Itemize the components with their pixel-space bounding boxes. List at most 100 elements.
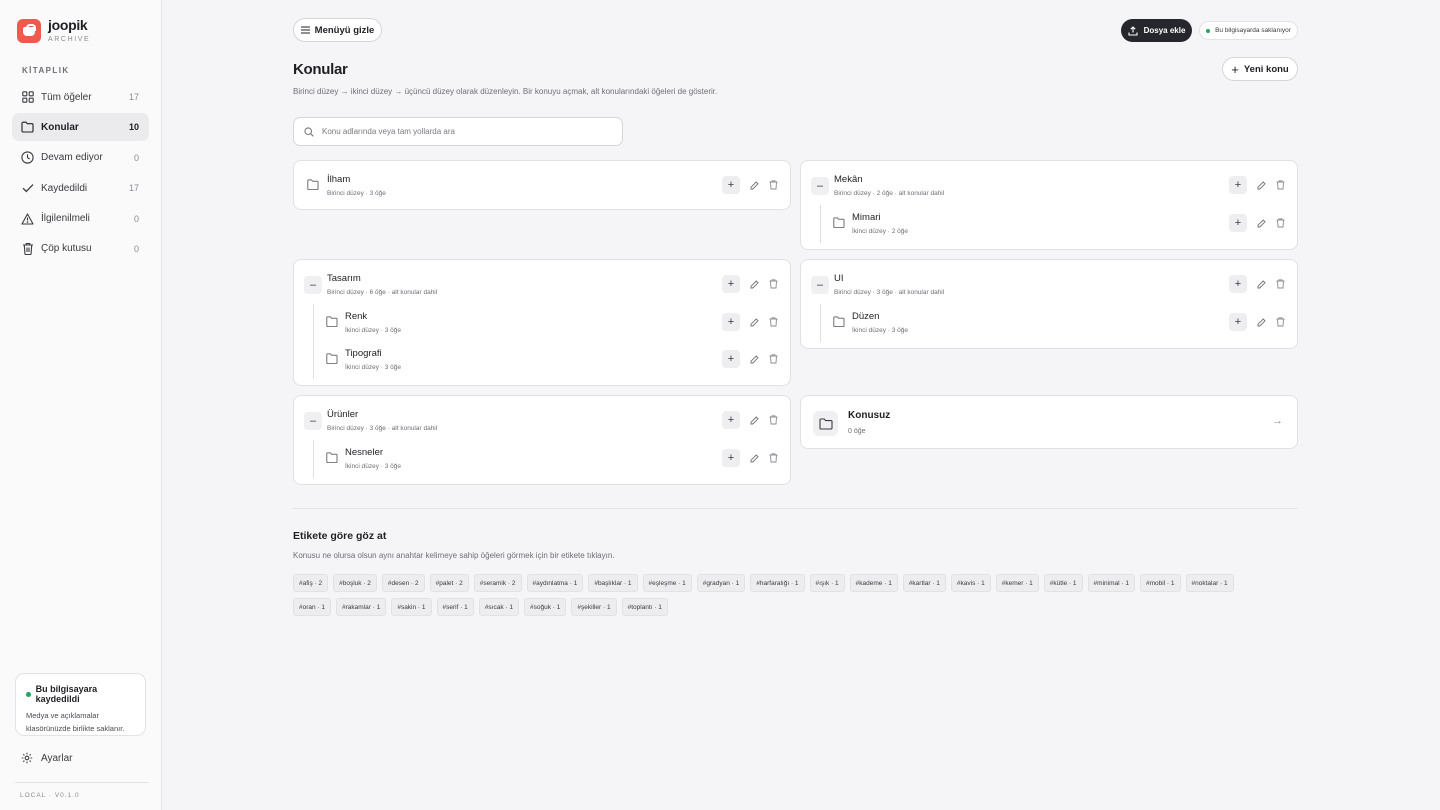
edit-icon[interactable]: [750, 415, 759, 425]
trash-icon[interactable]: [769, 415, 778, 425]
edit-icon[interactable]: [1257, 180, 1266, 190]
plus-icon: +: [1231, 61, 1239, 77]
edit-icon[interactable]: [750, 180, 759, 190]
collapse-toggle[interactable]: –: [811, 177, 829, 195]
subtopic-row[interactable]: Nesneler İkinci düzey · 3 öğe +: [294, 442, 790, 476]
tag-chip[interactable]: #kademe · 1: [849, 574, 898, 592]
trash-icon[interactable]: [1276, 279, 1285, 289]
tag-chip[interactable]: #toplantı · 1: [621, 598, 668, 616]
tag-chip[interactable]: #harfaralığı · 1: [750, 574, 805, 592]
new-topic-button[interactable]: + Yeni konu: [1222, 57, 1298, 81]
topic-name: İlham: [327, 174, 351, 185]
add-subtopic-button[interactable]: +: [1229, 313, 1247, 331]
topic-card-tasarim: – Tasarım Birinci düzey · 6 öğe · alt ko…: [293, 259, 791, 386]
edit-icon[interactable]: [1257, 279, 1266, 289]
add-subtopic-button[interactable]: +: [722, 350, 740, 368]
sidebar-item-label: Konular: [41, 121, 79, 133]
subtopic-row[interactable]: Renk İkinci düzey · 3 öğe +: [294, 306, 790, 340]
sidebar: joopik ARCHIVE KİTAPLIK Tüm öğeler 17 Ko…: [0, 0, 162, 810]
tag-chip[interactable]: #aydınlatma · 1: [526, 574, 584, 592]
tag-chip[interactable]: #boşluk · 2: [333, 574, 377, 592]
hide-menu-button[interactable]: Menüyü gizle: [293, 18, 382, 42]
trash-icon[interactable]: [769, 317, 778, 327]
unlabeled-name: Konusuz: [848, 410, 891, 421]
sidebar-item-trash[interactable]: Çöp kutusu 0: [12, 235, 149, 263]
trash-icon[interactable]: [769, 180, 778, 190]
tag-chip[interactable]: #kartlar · 1: [902, 574, 946, 592]
tag-chip[interactable]: #desen · 2: [381, 574, 425, 592]
tag-chip[interactable]: #başlıklar · 1: [588, 574, 638, 592]
sidebar-item-count: 17: [128, 92, 139, 102]
library-section-label: KİTAPLIK: [22, 66, 70, 75]
edit-icon[interactable]: [750, 279, 759, 289]
sidebar-item-all[interactable]: Tüm öğeler 17: [12, 83, 149, 111]
folder-icon: [307, 179, 319, 190]
sidebar-item-saved[interactable]: Kaydedildi 17: [12, 174, 149, 202]
collapse-toggle[interactable]: –: [304, 276, 322, 294]
status-dot-icon: [26, 691, 31, 697]
tag-chip[interactable]: #ışık · 1: [809, 574, 845, 592]
tag-chip[interactable]: #gradyan · 1: [696, 574, 746, 592]
unlabeled-topic-card[interactable]: Konusuz 0 öğe →: [800, 395, 1298, 449]
sidebar-item-in-progress[interactable]: Devam ediyor 0: [12, 144, 149, 172]
trash-icon[interactable]: [769, 354, 778, 364]
tag-chip[interactable]: #şekiller · 1: [571, 598, 617, 616]
search-input[interactable]: [322, 127, 622, 136]
trash-icon[interactable]: [1276, 180, 1285, 190]
tag-chip[interactable]: #soğuk · 1: [524, 598, 567, 616]
collapse-toggle[interactable]: –: [304, 412, 322, 430]
subtopic-row[interactable]: Düzen İkinci düzey · 3 öğe +: [801, 306, 1297, 340]
edit-icon[interactable]: [750, 453, 759, 463]
add-subtopic-button[interactable]: +: [722, 411, 740, 429]
tag-chip[interactable]: #kavis · 1: [950, 574, 991, 592]
trash-icon[interactable]: [1276, 317, 1285, 327]
trash-icon[interactable]: [769, 453, 778, 463]
topic-meta: İkinci düzey · 3 öğe: [852, 327, 909, 334]
topic-card-mekan: – Mekân Birinci düzey · 2 öğe · alt konu…: [800, 160, 1298, 250]
add-subtopic-button[interactable]: +: [1229, 176, 1247, 194]
topic-meta: İkinci düzey · 3 öğe: [345, 463, 402, 470]
trash-icon[interactable]: [769, 279, 778, 289]
subtopic-row[interactable]: Tipografi İkinci düzey · 3 öğe +: [294, 343, 790, 377]
tag-chip[interactable]: #sakin · 1: [391, 598, 432, 616]
settings-link[interactable]: Ayarlar: [21, 752, 73, 764]
tag-chip[interactable]: #afiş · 2: [293, 574, 329, 592]
sidebar-item-label: Devam ediyor: [41, 152, 103, 164]
topic-row[interactable]: – Ürünler Birinci düzey · 3 öğe · alt ko…: [294, 404, 790, 438]
edit-icon[interactable]: [750, 317, 759, 327]
tag-chip[interactable]: #kemer · 1: [995, 574, 1039, 592]
sidebar-item-topics[interactable]: Konular 10: [12, 113, 149, 142]
tag-chip[interactable]: #minimal · 1: [1087, 574, 1135, 592]
add-subtopic-button[interactable]: +: [1229, 214, 1247, 232]
tag-chip[interactable]: #kütle · 1: [1043, 574, 1083, 592]
subtopic-row[interactable]: Mimari İkinci düzey · 2 öğe +: [801, 207, 1297, 241]
topic-meta: İkinci düzey · 3 öğe: [345, 327, 402, 334]
add-subtopic-button[interactable]: +: [722, 176, 740, 194]
tag-chip[interactable]: #eşleşme · 1: [642, 574, 692, 592]
edit-icon[interactable]: [1257, 218, 1266, 228]
tag-chip[interactable]: #serif · 1: [436, 598, 474, 616]
tag-chip[interactable]: #sıcak · 1: [478, 598, 519, 616]
topic-row[interactable]: İlham Birinci düzey · 3 öğe +: [294, 169, 790, 203]
topic-search[interactable]: [293, 117, 623, 146]
tag-chip[interactable]: #oran · 1: [293, 598, 332, 616]
edit-icon[interactable]: [1257, 317, 1266, 327]
add-subtopic-button[interactable]: +: [722, 449, 740, 467]
add-subtopic-button[interactable]: +: [1229, 275, 1247, 293]
collapse-toggle[interactable]: –: [811, 276, 829, 294]
add-subtopic-button[interactable]: +: [722, 313, 740, 331]
sidebar-item-attention[interactable]: İlgilenilmeli 0: [12, 205, 149, 233]
tag-chip[interactable]: #noktalar · 1: [1185, 574, 1234, 592]
topic-row[interactable]: – Tasarım Birinci düzey · 6 öğe · alt ko…: [294, 268, 790, 302]
add-file-button[interactable]: Dosya ekle: [1121, 19, 1192, 42]
edit-icon[interactable]: [750, 354, 759, 364]
topic-row[interactable]: – Mekân Birinci düzey · 2 öğe · alt konu…: [801, 169, 1297, 203]
tag-chip[interactable]: #mobil · 1: [1139, 574, 1181, 592]
trash-icon[interactable]: [1276, 218, 1285, 228]
add-subtopic-button[interactable]: +: [722, 275, 740, 293]
tag-chip[interactable]: #palet · 2: [429, 574, 469, 592]
brand[interactable]: joopik ARCHIVE: [17, 18, 90, 43]
tag-chip[interactable]: #rakamlar · 1: [336, 598, 387, 616]
topic-row[interactable]: – UI Birinci düzey · 3 öğe · alt konular…: [801, 268, 1297, 302]
tag-chip[interactable]: #seramik · 2: [473, 574, 522, 592]
